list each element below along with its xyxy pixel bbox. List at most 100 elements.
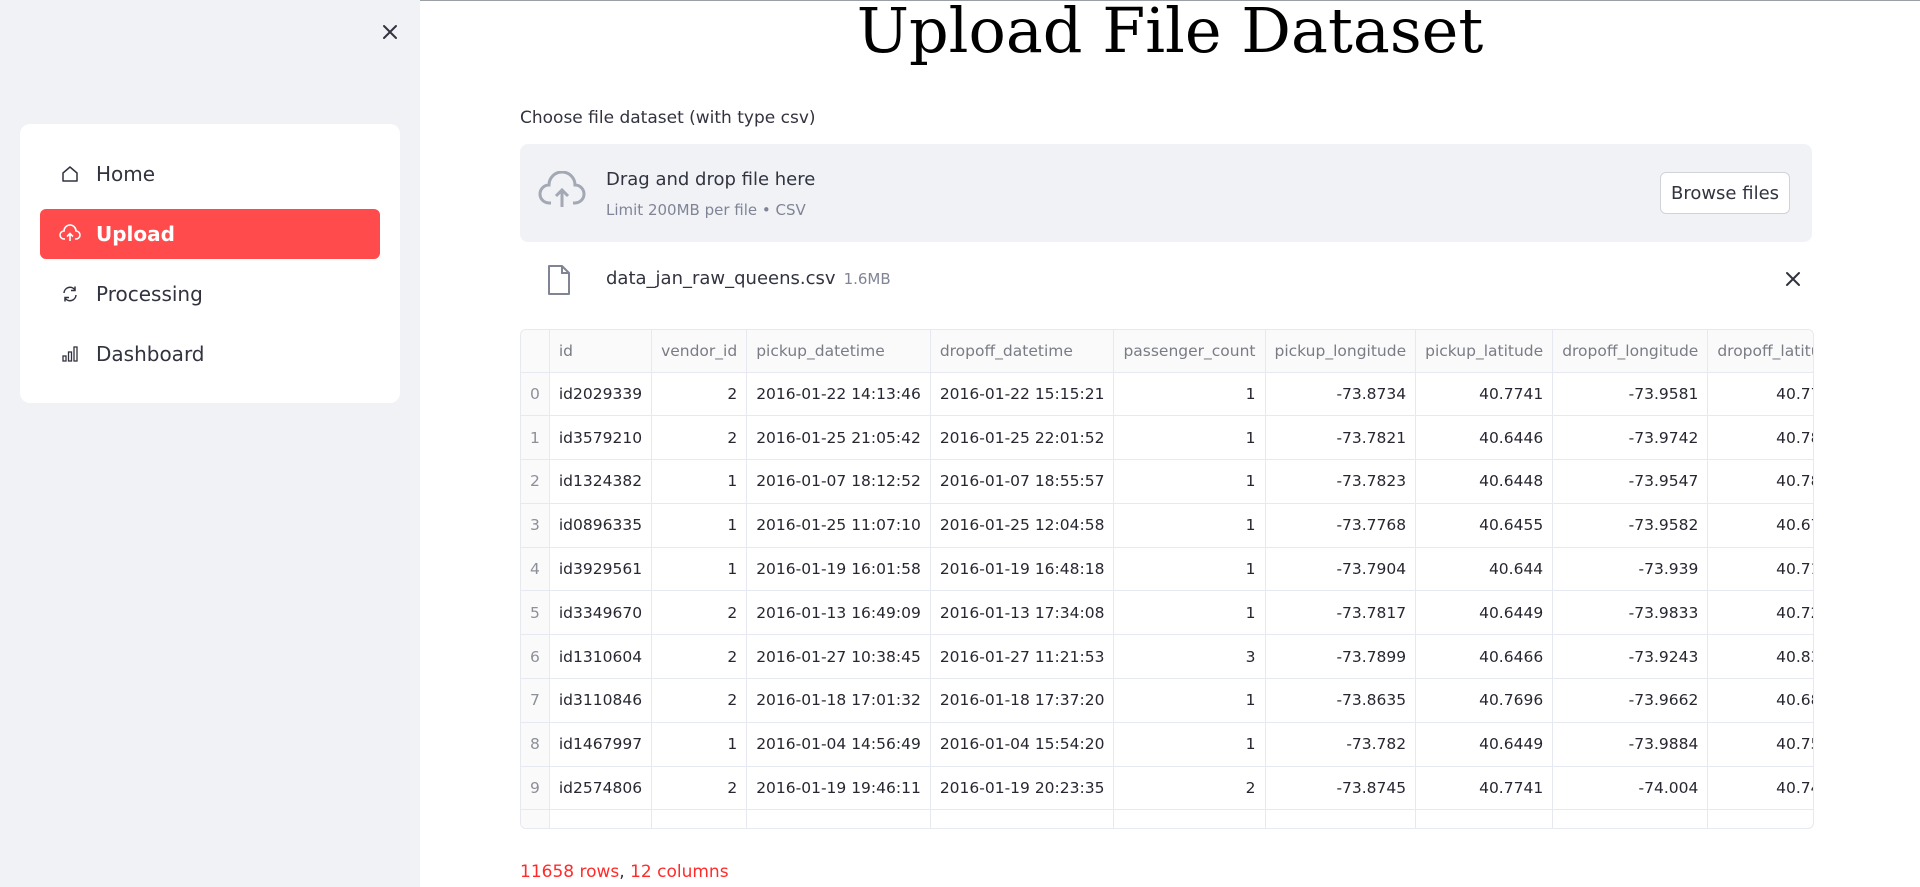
table-cell[interactable] <box>930 809 1115 828</box>
column-header[interactable]: pickup_latitude <box>1415 330 1554 373</box>
table-cell[interactable]: 1 <box>651 722 748 767</box>
table-cell[interactable]: -74.004 <box>1552 766 1709 811</box>
row-index[interactable]: 3 <box>521 503 550 548</box>
row-index[interactable]: 8 <box>521 722 550 767</box>
table-cell[interactable]: 40.7696 <box>1415 678 1554 723</box>
table-cell[interactable] <box>651 809 748 828</box>
table-cell[interactable]: id1310604 <box>549 634 653 680</box>
index-header[interactable] <box>521 330 550 373</box>
table-cell[interactable]: 1 <box>1113 678 1266 723</box>
table-cell[interactable]: -73.7768 <box>1265 503 1417 548</box>
row-index[interactable]: 6 <box>521 634 550 680</box>
table-cell[interactable]: -73.7899 <box>1265 634 1417 680</box>
table-cell[interactable]: 1 <box>651 547 748 592</box>
browse-files-button[interactable]: Browse files <box>1660 172 1790 214</box>
sidebar-item-home[interactable]: Home <box>40 149 380 199</box>
row-index[interactable]: 0 <box>521 372 550 417</box>
table-cell[interactable]: 2016-01-25 21:05:42 <box>746 415 931 461</box>
table-cell[interactable]: 40.7741 <box>1415 372 1554 417</box>
table-cell[interactable]: 1 <box>1113 547 1266 592</box>
table-cell[interactable]: 1 <box>651 503 748 548</box>
table-cell[interactable]: id2029339 <box>549 372 653 417</box>
table-cell[interactable]: -73.9884 <box>1552 722 1709 767</box>
table-cell[interactable] <box>746 809 931 828</box>
table-cell[interactable]: 40.759 <box>1707 722 1813 767</box>
table-cell[interactable]: -73.7817 <box>1265 590 1417 636</box>
table-cell[interactable]: 2016-01-25 22:01:52 <box>930 415 1115 461</box>
column-header[interactable]: id <box>549 330 653 373</box>
table-cell[interactable]: -73.9582 <box>1552 503 1709 548</box>
table-cell[interactable]: 1 <box>1113 503 1266 548</box>
file-dropzone[interactable]: Drag and drop file here Limit 200MB per … <box>520 144 1812 242</box>
column-header[interactable]: dropoff_latitud <box>1707 330 1813 373</box>
sidebar-item-processing[interactable]: Processing <box>40 269 380 319</box>
table-cell[interactable]: -73.9662 <box>1552 678 1709 723</box>
column-header[interactable]: pickup_longitude <box>1265 330 1417 373</box>
table-cell[interactable]: 2016-01-04 14:56:49 <box>746 722 931 767</box>
row-index[interactable]: 7 <box>521 678 550 723</box>
table-cell[interactable]: 2 <box>651 372 748 417</box>
close-sidebar-button[interactable] <box>378 20 402 44</box>
row-index[interactable]: 2 <box>521 459 550 504</box>
table-cell[interactable]: 1 <box>1113 372 1266 417</box>
table-cell[interactable]: 1 <box>651 459 748 504</box>
table-cell[interactable]: 3 <box>1113 634 1266 680</box>
table-cell[interactable]: 2016-01-04 15:54:20 <box>930 722 1115 767</box>
table-cell[interactable]: 2016-01-07 18:12:52 <box>746 459 931 504</box>
row-index[interactable]: 9 <box>521 766 550 811</box>
table-cell[interactable]: -73.9243 <box>1552 634 1709 680</box>
table-cell[interactable]: id1467997 <box>549 722 653 767</box>
table-cell[interactable]: 2 <box>651 634 748 680</box>
table-cell[interactable]: 2 <box>651 678 748 723</box>
table-cell[interactable]: -73.9742 <box>1552 415 1709 461</box>
table-cell[interactable]: -73.7904 <box>1265 547 1417 592</box>
table-cell[interactable]: 2016-01-07 18:55:57 <box>930 459 1115 504</box>
table-cell[interactable] <box>1552 809 1709 828</box>
table-cell[interactable]: 40.789 <box>1707 459 1813 504</box>
table-cell[interactable]: 2016-01-19 20:23:35 <box>930 766 1115 811</box>
table-cell[interactable]: 2016-01-19 16:48:18 <box>930 547 1115 592</box>
table-cell[interactable]: 40.748 <box>1707 766 1813 811</box>
table-cell[interactable]: -73.7821 <box>1265 415 1417 461</box>
table-cell[interactable]: 2016-01-22 14:13:46 <box>746 372 931 417</box>
table-cell[interactable]: 40.6455 <box>1415 503 1554 548</box>
table-cell[interactable]: 2 <box>651 766 748 811</box>
table-cell[interactable]: 2016-01-18 17:37:20 <box>930 678 1115 723</box>
table-cell[interactable]: 40.775 <box>1707 372 1813 417</box>
table-cell[interactable]: -73.782 <box>1265 722 1417 767</box>
table-cell[interactable]: 2016-01-25 12:04:58 <box>930 503 1115 548</box>
column-header[interactable]: dropoff_datetime <box>930 330 1115 373</box>
table-cell[interactable] <box>549 809 653 828</box>
table-cell[interactable]: 1 <box>1113 722 1266 767</box>
table-cell[interactable] <box>1113 809 1266 828</box>
sidebar-item-dashboard[interactable]: Dashboard <box>40 329 380 379</box>
row-index[interactable]: 5 <box>521 590 550 636</box>
table-cell[interactable]: 2016-01-13 17:34:08 <box>930 590 1115 636</box>
table-cell[interactable]: 40.673 <box>1707 503 1813 548</box>
table-cell[interactable]: 40.644 <box>1415 547 1554 592</box>
sidebar-item-upload[interactable]: Upload <box>40 209 380 259</box>
table-cell[interactable]: 1 <box>1113 415 1266 461</box>
table-cell[interactable]: -73.9547 <box>1552 459 1709 504</box>
table-cell[interactable]: 40.6449 <box>1415 722 1554 767</box>
table-cell[interactable]: 2016-01-13 16:49:09 <box>746 590 931 636</box>
column-header[interactable]: dropoff_longitude <box>1552 330 1709 373</box>
table-cell[interactable]: 40.6446 <box>1415 415 1554 461</box>
table-cell[interactable]: 2016-01-22 15:15:21 <box>930 372 1115 417</box>
remove-file-button[interactable] <box>1782 268 1804 295</box>
table-cell[interactable]: 2016-01-19 19:46:11 <box>746 766 931 811</box>
table-cell[interactable]: 40.7741 <box>1415 766 1554 811</box>
table-cell[interactable]: id3579210 <box>549 415 653 461</box>
table-cell[interactable]: 1 <box>1113 590 1266 636</box>
table-cell[interactable] <box>1707 809 1813 828</box>
row-index[interactable]: 4 <box>521 547 550 592</box>
dataframe[interactable]: id vendor_id pickup_datetime dropoff_dateti… <box>520 329 1814 829</box>
table-cell[interactable]: 2016-01-25 11:07:10 <box>746 503 931 548</box>
table-cell[interactable]: -73.8635 <box>1265 678 1417 723</box>
table-cell[interactable]: -73.8734 <box>1265 372 1417 417</box>
row-index[interactable]: 1 <box>521 415 550 461</box>
column-header[interactable]: pickup_datetime <box>746 330 931 373</box>
table-cell[interactable]: 40.725 <box>1707 590 1813 636</box>
table-cell[interactable]: id3349670 <box>549 590 653 636</box>
table-cell[interactable]: id3110846 <box>549 678 653 723</box>
